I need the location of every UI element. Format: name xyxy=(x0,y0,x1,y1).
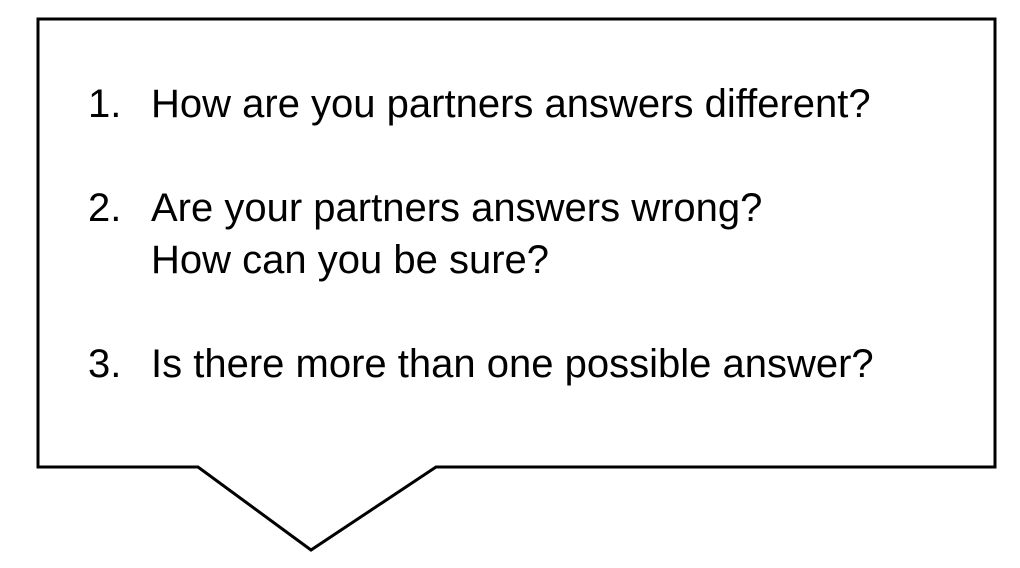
question-text-1: How are you partners answers different? xyxy=(151,78,871,130)
question-text-3: Is there more than one possible answer? xyxy=(151,338,874,390)
question-line: How are you partners answers different? xyxy=(151,82,871,126)
question-item-1: 1. How are you partners answers differen… xyxy=(88,78,874,130)
question-line: Are your partners answers wrong? xyxy=(151,186,763,230)
question-number-1: 1. xyxy=(88,82,122,126)
question-list: 1. How are you partners answers differen… xyxy=(88,78,874,442)
question-item-3: 3. Is there more than one possible answe… xyxy=(88,338,874,390)
question-number-2: 2. xyxy=(88,186,122,230)
question-line: How can you be sure? xyxy=(151,238,550,282)
question-text-2: Are your partners answers wrong? How can… xyxy=(151,182,762,286)
question-number-3: 3. xyxy=(88,342,122,386)
question-line: Is there more than one possible answer? xyxy=(151,342,874,386)
question-item-2: 2. Are your partners answers wrong? How … xyxy=(88,182,874,286)
